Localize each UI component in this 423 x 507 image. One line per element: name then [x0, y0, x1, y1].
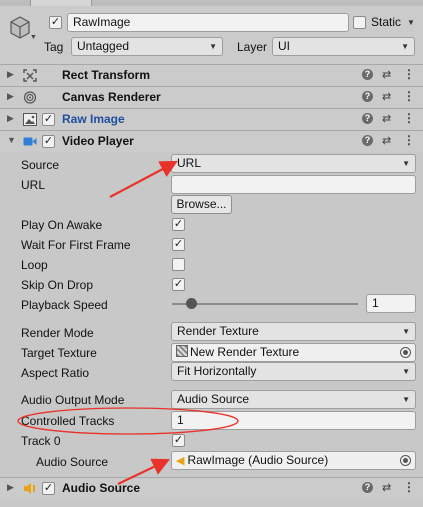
annotation-ellipse-controlled-tracks — [17, 407, 239, 435]
annotation-arrow-source — [109, 160, 178, 198]
annotation-arrow-audio-source — [117, 458, 170, 485]
annotation-overlay — [17, 160, 239, 485]
